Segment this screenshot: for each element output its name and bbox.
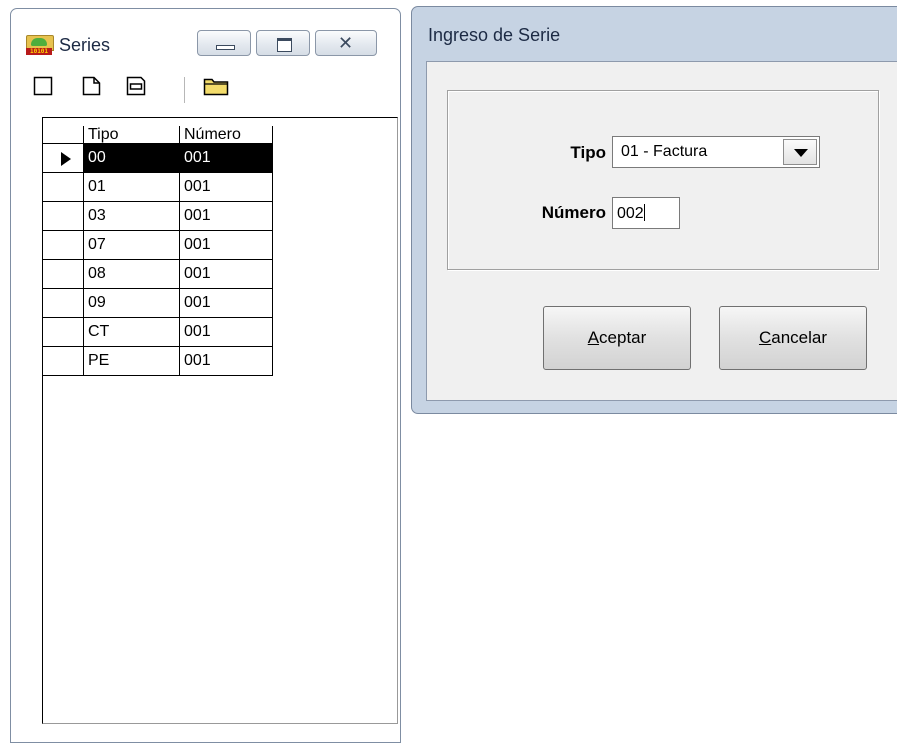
current-row-arrow-icon [61, 152, 71, 166]
tipo-selected-value: 01 - Factura [621, 143, 708, 160]
row-indicator[interactable] [43, 173, 84, 202]
minimize-button[interactable] [197, 30, 251, 56]
row-indicator-header [43, 126, 84, 144]
maximize-icon [277, 38, 292, 52]
maximize-button[interactable] [256, 30, 310, 56]
save-icon [126, 76, 146, 96]
cell-numero[interactable]: 001 [180, 173, 273, 202]
ingreso-de-serie-dialog: Ingreso de Serie Tipo 01 - Factura Númer… [411, 6, 897, 414]
table-row[interactable]: CT 001 [43, 318, 273, 347]
tipo-dropdown-button[interactable] [783, 139, 817, 165]
numero-input[interactable]: 002 [612, 197, 680, 229]
dialog-title: Ingreso de Serie [428, 25, 561, 45]
dialog-client-area: Tipo 01 - Factura Número 002 Aceptar Can… [426, 61, 897, 401]
cell-numero[interactable]: 001 [180, 144, 273, 173]
numero-input-value: 002 [617, 204, 645, 222]
row-indicator[interactable] [43, 260, 84, 289]
table-row[interactable]: 09 001 [43, 289, 273, 318]
table-row[interactable]: 01 001 [43, 173, 273, 202]
tipo-label: Tipo [570, 143, 606, 162]
row-indicator[interactable] [43, 318, 84, 347]
tipo-combobox[interactable]: 01 - Factura [612, 136, 820, 168]
grid-rows: 00 001 01 001 03 001 07 001 08 001 09 00… [43, 144, 273, 376]
close-icon: ✕ [338, 33, 354, 54]
app-icon: 10101 [25, 34, 54, 56]
series-window-title: Series [59, 34, 111, 55]
cell-numero[interactable]: 001 [180, 260, 273, 289]
series-grid[interactable]: Tipo Número 00 001 01 001 03 001 07 001 … [42, 117, 398, 724]
cell-tipo[interactable]: 00 [84, 144, 180, 173]
close-button[interactable]: ✕ [315, 30, 377, 56]
aceptar-button[interactable]: Aceptar [543, 306, 691, 370]
cell-tipo[interactable]: 08 [84, 260, 180, 289]
cell-tipo[interactable]: 07 [84, 231, 180, 260]
open-folder-icon [203, 78, 229, 96]
column-header-numero[interactable]: Número [180, 126, 273, 144]
table-row[interactable]: 03 001 [43, 202, 273, 231]
cell-tipo[interactable]: 01 [84, 173, 180, 202]
table-row[interactable]: 07 001 [43, 231, 273, 260]
row-indicator[interactable] [43, 144, 84, 173]
cell-numero[interactable]: 001 [180, 231, 273, 260]
text-caret [643, 204, 645, 221]
cell-numero[interactable]: 001 [180, 318, 273, 347]
series-title-bar: 10101 Series [25, 31, 110, 59]
new-blank-button[interactable] [31, 71, 57, 101]
open-folder-button[interactable] [201, 71, 229, 101]
input-group-box: Tipo 01 - Factura Número 002 [447, 90, 879, 270]
cell-tipo[interactable]: PE [84, 347, 180, 376]
numero-label: Número [541, 203, 606, 222]
row-indicator[interactable] [43, 289, 84, 318]
chevron-down-icon [794, 149, 808, 157]
grid-header: Tipo Número [43, 126, 273, 144]
cell-tipo[interactable]: 03 [84, 202, 180, 231]
table-row[interactable]: 08 001 [43, 260, 273, 289]
cell-tipo[interactable]: CT [84, 318, 180, 347]
cell-numero[interactable]: 001 [180, 289, 273, 318]
minimize-icon [216, 45, 235, 50]
toolbar-separator [184, 77, 185, 103]
new-document-button[interactable] [79, 71, 105, 101]
column-header-tipo[interactable]: Tipo [84, 126, 180, 144]
new-document-icon [82, 76, 101, 96]
cell-numero[interactable]: 001 [180, 202, 273, 231]
row-indicator[interactable] [43, 202, 84, 231]
save-button[interactable] [123, 71, 149, 101]
row-indicator[interactable] [43, 231, 84, 260]
new-blank-icon [33, 76, 53, 96]
table-row[interactable]: PE 001 [43, 347, 273, 376]
table-row[interactable]: 00 001 [43, 144, 273, 173]
cancelar-button[interactable]: Cancelar [719, 306, 867, 370]
row-indicator[interactable] [43, 347, 84, 376]
cell-numero[interactable]: 001 [180, 347, 273, 376]
cell-tipo[interactable]: 09 [84, 289, 180, 318]
series-window: 10101 Series ✕ Tipo Número 00 001 01 001… [10, 8, 401, 743]
toolbar [31, 71, 401, 105]
